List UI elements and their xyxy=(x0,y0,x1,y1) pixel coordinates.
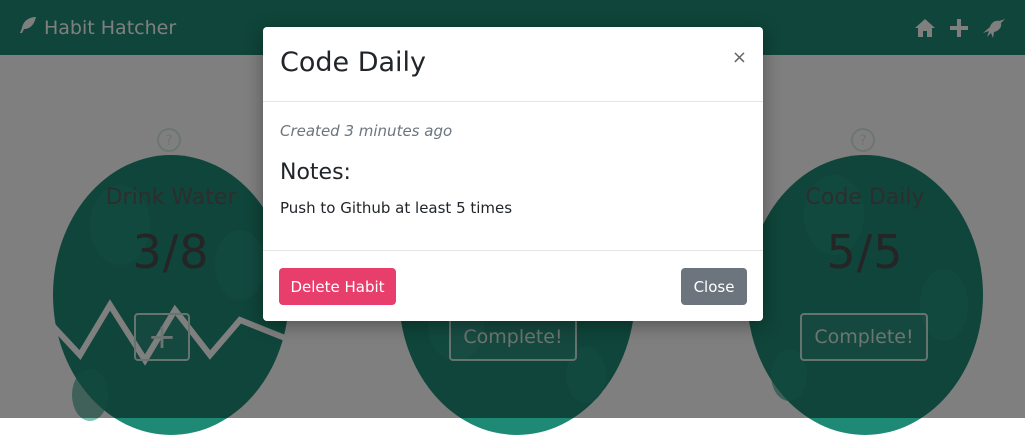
close-button[interactable]: Close xyxy=(681,268,747,305)
modal-header: Code Daily × xyxy=(263,27,763,102)
modal-title: Code Daily xyxy=(280,47,427,78)
close-icon[interactable]: × xyxy=(732,49,747,67)
created-timestamp: Created 3 minutes ago xyxy=(280,122,453,140)
notes-text: Push to Github at least 5 times xyxy=(280,199,513,217)
modal-footer: Delete Habit Close xyxy=(263,251,763,322)
delete-habit-button[interactable]: Delete Habit xyxy=(279,268,396,305)
modal-body: Created 3 minutes ago Notes: Push to Git… xyxy=(263,102,763,251)
notes-heading: Notes: xyxy=(280,160,351,185)
habit-detail-modal: Code Daily × Created 3 minutes ago Notes… xyxy=(263,27,763,321)
